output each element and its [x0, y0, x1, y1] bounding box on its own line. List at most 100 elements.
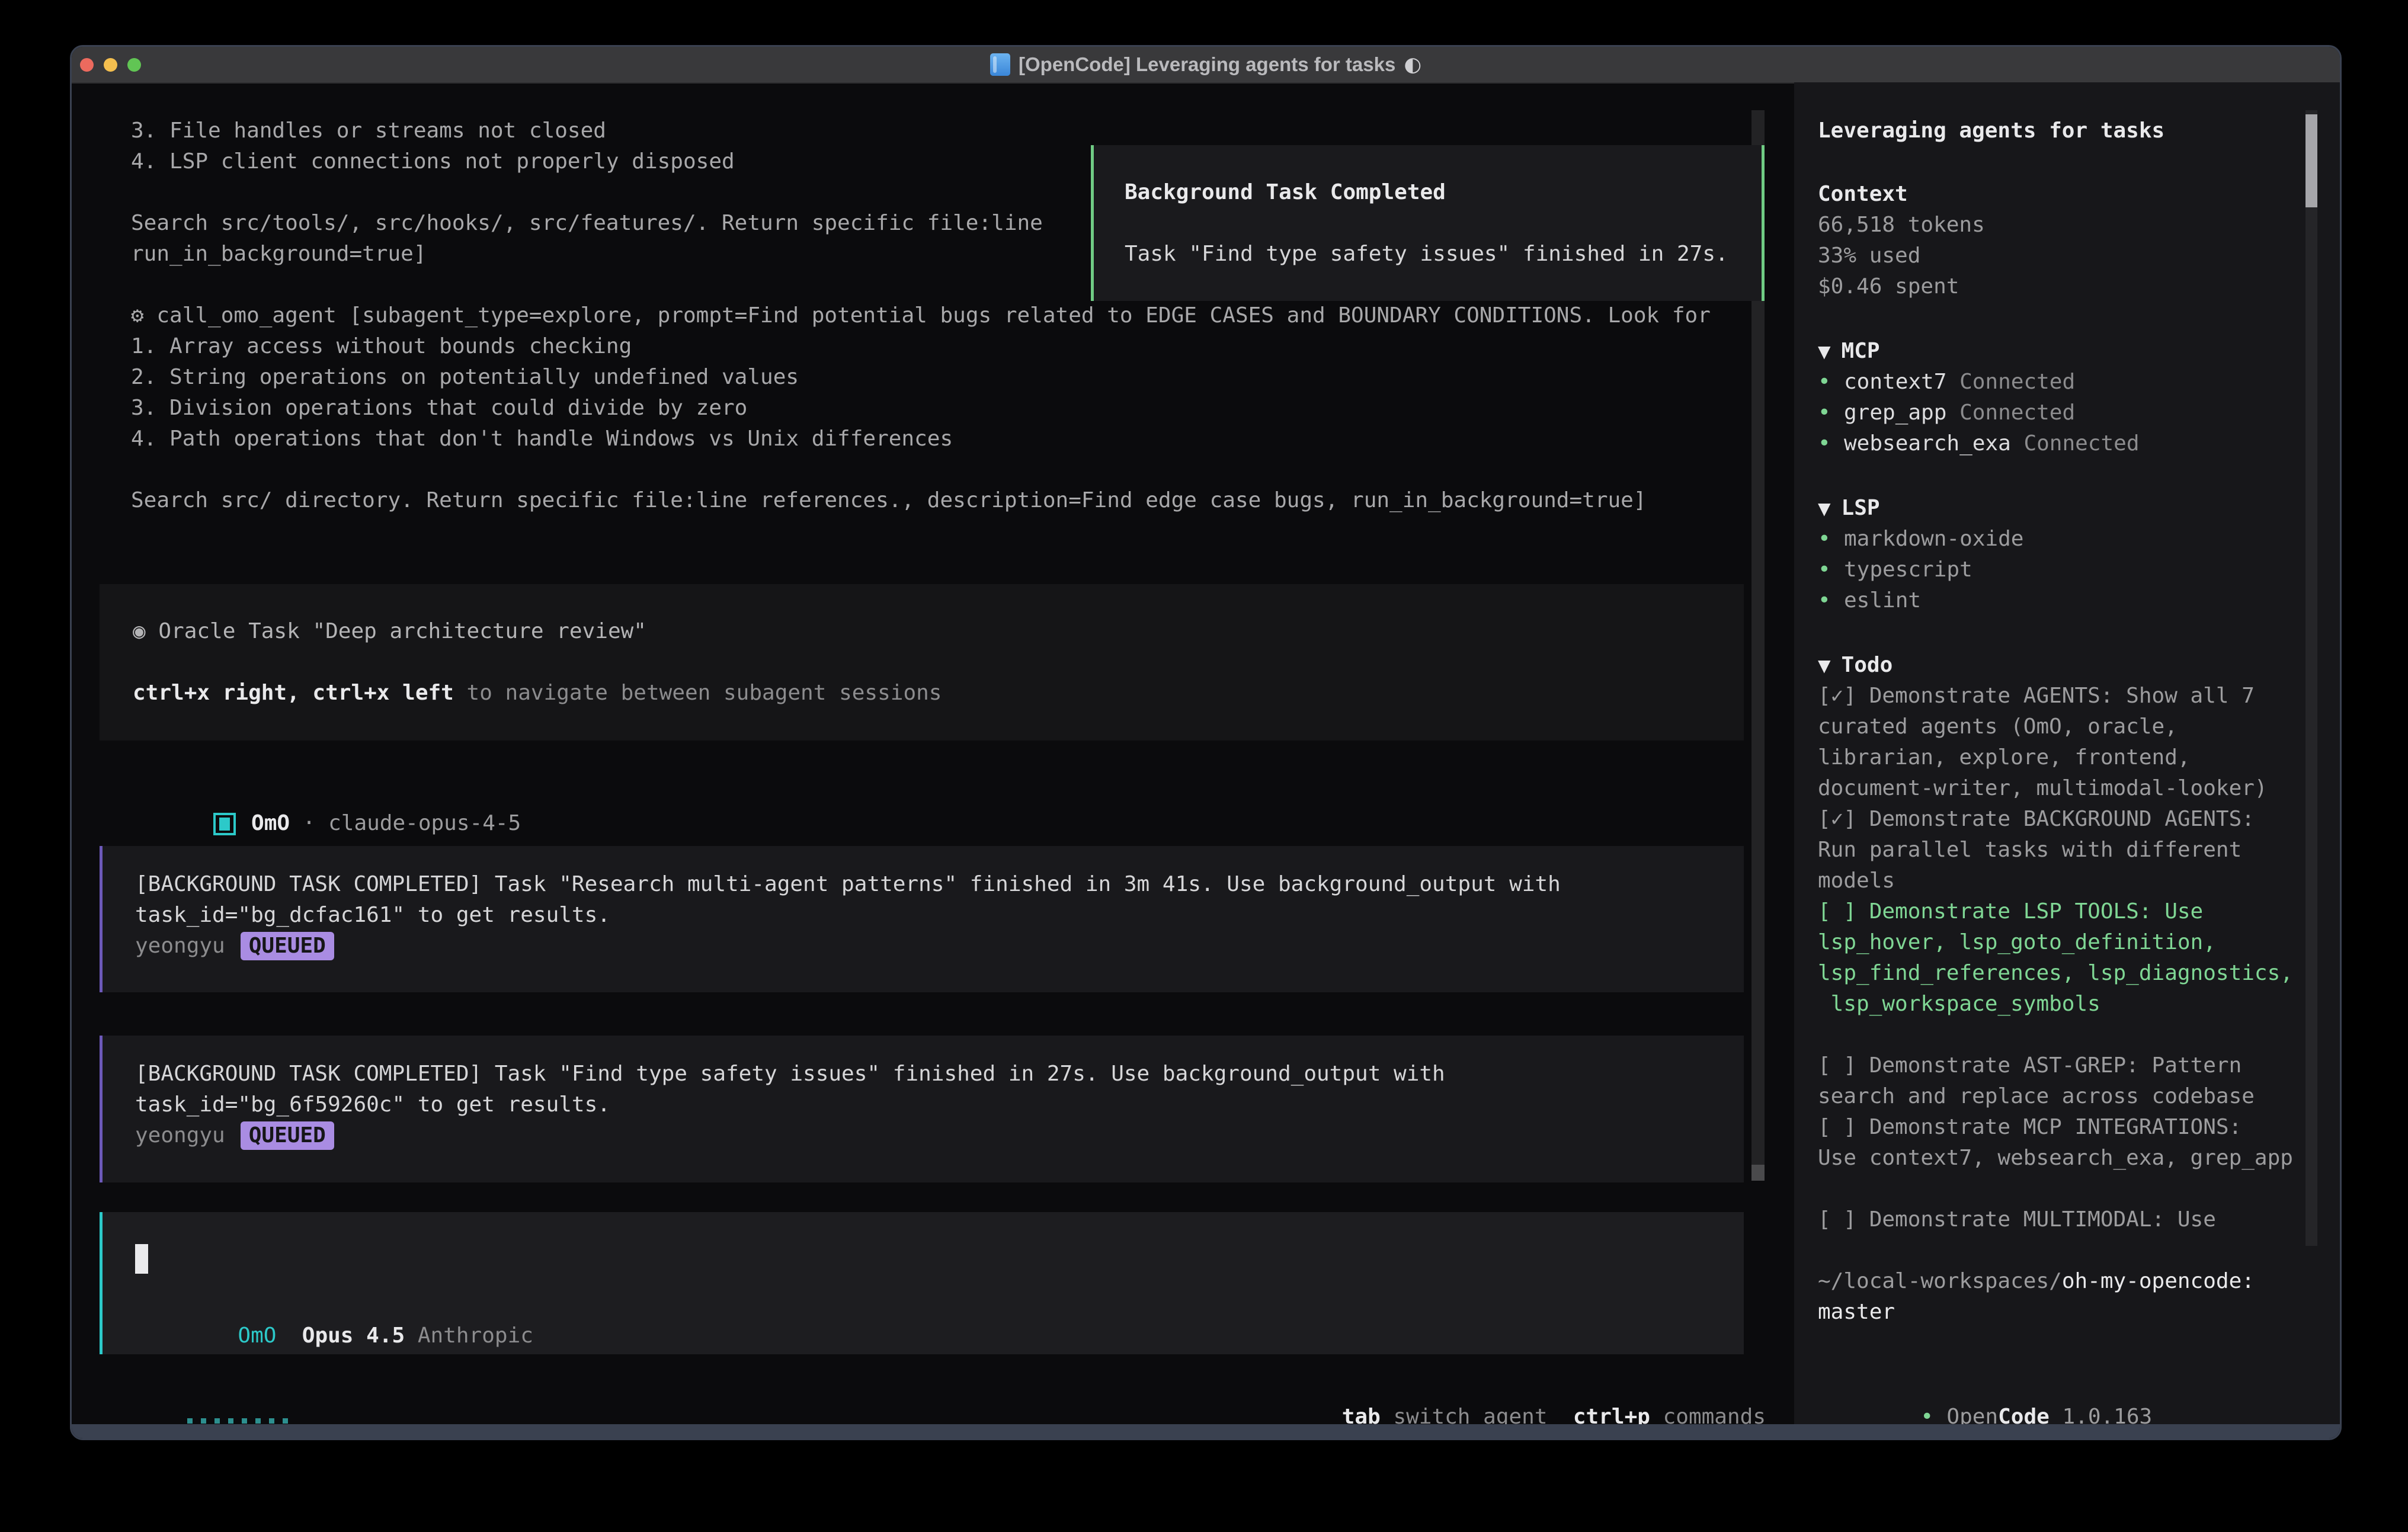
oracle-task-panel: ◉ Oracle Task "Deep architecture review"…: [100, 584, 1744, 741]
todo-line: models: [1818, 866, 2293, 896]
agent-name: OmO: [251, 811, 290, 835]
message-author: yeongyu: [135, 934, 225, 958]
lsp-item: •markdown-oxide: [1818, 524, 2023, 555]
version-line: •OpenCode 1.0.163: [1818, 1371, 2152, 1402]
context-tokens: 66,518 tokens: [1818, 210, 1985, 241]
message-author: yeongyu: [135, 1123, 225, 1148]
oracle-nav-hint: to navigate between subagent sessions: [454, 681, 942, 705]
statusbar-left: esc interrupt: [110, 1371, 378, 1402]
fisheye-icon: ◉: [133, 619, 146, 643]
todo-line: [1818, 1020, 2293, 1050]
bullet-icon: •: [1818, 428, 1844, 459]
context-spent: $0.46 spent: [1818, 271, 1985, 302]
oracle-task-title: Oracle Task "Deep architecture review": [146, 619, 646, 643]
todo-line: [1818, 1174, 2293, 1204]
collapse-triangle-icon: ▼: [1818, 493, 1831, 524]
todo-line: [ ] Demonstrate LSP TOOLS: Use: [1818, 896, 2293, 927]
log-line: 4. Path operations that don't handle Win…: [131, 424, 1711, 454]
todo-line: lsp_hover, lsp_goto_definition,: [1818, 927, 2293, 958]
bullet-icon: •: [1818, 524, 1844, 555]
session-title: Leveraging agents for tasks: [1818, 116, 2164, 146]
todo-line: [✓] Demonstrate AGENTS: Show all 7: [1818, 681, 2293, 711]
agent-session-header[interactable]: OmO · claude-opus-4-5: [136, 777, 521, 808]
todo-line: lsp_workspace_symbols: [1818, 989, 2293, 1020]
toast-body: Task "Find type safety issues" finished …: [1125, 239, 1762, 270]
context-header: Context: [1818, 179, 1985, 210]
gear-icon: ⚙: [131, 303, 144, 328]
titlebar[interactable]: [OpenCode] Leveraging agents for tasks ◐: [72, 47, 2340, 84]
bullet-icon: •: [1818, 585, 1844, 616]
mcp-item: •context7 Connected: [1818, 367, 2140, 398]
input-model-name: Opus 4.5: [302, 1323, 405, 1348]
message-line: task_id="bg_6f59260c" to get results.: [135, 1089, 1744, 1120]
collapse-triangle-icon: ▼: [1818, 336, 1831, 367]
todo-line: [ ] Demonstrate AST-GREP: Pattern: [1818, 1050, 2293, 1081]
mcp-item: •websearch_exa Connected: [1818, 428, 2140, 459]
statusbar-right: tab switch agent ctrl+p commands: [1265, 1371, 1766, 1402]
todo-line: [ ] Demonstrate MULTIMODAL: Use: [1818, 1204, 2293, 1235]
message-panel: [BACKGROUND TASK COMPLETED] Task "Find t…: [100, 1036, 1744, 1182]
background-task-toast[interactable]: Background Task Completed Task "Find typ…: [1091, 145, 1765, 301]
text-cursor: [135, 1244, 148, 1274]
bullet-icon: •: [1920, 1402, 1946, 1424]
todo-line: search and replace across codebase: [1818, 1081, 2293, 1112]
workspace-path: ~/local-workspaces/oh-my-opencode: maste…: [1818, 1266, 2255, 1328]
oracle-nav-keys: ctrl+x right, ctrl+x left: [133, 681, 454, 705]
message-panel: [BACKGROUND TASK COMPLETED] Task "Resear…: [100, 846, 1744, 992]
log-line: [131, 454, 1711, 485]
lsp-item: •typescript: [1818, 555, 2023, 585]
app-version: 1.0.163: [2050, 1405, 2152, 1424]
mcp-header[interactable]: ▼MCP: [1818, 336, 2140, 367]
log-line: 3. Division operations that could divide…: [131, 393, 1711, 424]
title-group: [OpenCode] Leveraging agents for tasks ◐: [990, 53, 1421, 76]
agent-square-icon: [213, 813, 236, 835]
message-line: task_id="bg_dcfac161" to get results.: [135, 900, 1744, 931]
toast-title: Background Task Completed: [1125, 177, 1762, 208]
traffic-lights: [80, 47, 141, 82]
todo-header[interactable]: ▼Todo: [1818, 650, 2293, 681]
mcp-section: ▼MCP •context7 Connected •grep_app Conne…: [1818, 336, 2140, 459]
todo-line: librarian, explore, frontend,: [1818, 742, 2293, 773]
desktop: [OpenCode] Leveraging agents for tasks ◐…: [0, 0, 2408, 1532]
workspace-path-prefix: ~/local-workspaces/: [1818, 1269, 2062, 1293]
git-branch: master: [1818, 1297, 2255, 1328]
log-line: 2. String operations on potentially unde…: [131, 362, 1711, 393]
terminal-window: [OpenCode] Leveraging agents for tasks ◐…: [70, 45, 2342, 1440]
zoom-button[interactable]: [127, 58, 141, 72]
window-bottom-edge: [72, 1424, 2340, 1438]
todo-line: Use context7, websearch_exa, grep_app: [1818, 1143, 2293, 1174]
input-agent-name: OmO: [238, 1323, 276, 1348]
context-section: Context 66,518 tokens 33% used $0.46 spe…: [1818, 179, 1985, 302]
bullet-icon: •: [1818, 555, 1844, 585]
lsp-section: ▼LSP •markdown-oxide •typescript •eslint: [1818, 493, 2023, 616]
log-line: Search src/ directory. Return specific f…: [131, 485, 1711, 516]
todo-line: Run parallel tasks with different: [1818, 835, 2293, 866]
minimize-button[interactable]: [104, 58, 117, 72]
todo-line: document-writer, multimodal-looker): [1818, 773, 2293, 804]
lsp-header[interactable]: ▼LSP: [1818, 493, 2023, 524]
todo-line: [ ] Demonstrate MCP INTEGRATIONS:: [1818, 1112, 2293, 1143]
todo-line: lsp_find_references, lsp_diagnostics,: [1818, 958, 2293, 989]
sidebar-scrollbar-track[interactable]: [2305, 110, 2317, 1246]
folder-icon: [990, 53, 1010, 76]
context-used: 33% used: [1818, 241, 1985, 271]
main-scrollbar-thumb[interactable]: [1751, 1165, 1765, 1181]
collapse-triangle-icon: ▼: [1818, 650, 1831, 681]
agent-call-line: ⚙ call_omo_agent [subagent_type=explore,…: [131, 300, 1711, 331]
todo-line: [✓] Demonstrate BACKGROUND AGENTS:: [1818, 804, 2293, 835]
todo-section: ▼Todo [✓] Demonstrate AGENTS: Show all 7…: [1818, 650, 2293, 1235]
status-badge: QUEUED: [241, 1121, 334, 1150]
bullet-icon: •: [1818, 367, 1844, 398]
log-line: 3. File handles or streams not closed: [131, 116, 1711, 146]
sidebar-scrollbar-thumb[interactable]: [2305, 114, 2317, 207]
status-badge: QUEUED: [241, 932, 334, 960]
window-title: [OpenCode] Leveraging agents for tasks: [1019, 53, 1395, 76]
lsp-item: •eslint: [1818, 585, 2023, 616]
todo-line: curated agents (OmO, oracle,: [1818, 711, 2293, 742]
bullet-icon: •: [1818, 398, 1844, 428]
half-circle-progress-icon: ◐: [1404, 53, 1421, 76]
agent-model: claude-opus-4-5: [328, 811, 521, 835]
input-provider-name: Anthropic: [418, 1323, 533, 1348]
close-button[interactable]: [80, 58, 94, 72]
prompt-input[interactable]: OmO Opus 4.5 Anthropic: [100, 1212, 1744, 1354]
